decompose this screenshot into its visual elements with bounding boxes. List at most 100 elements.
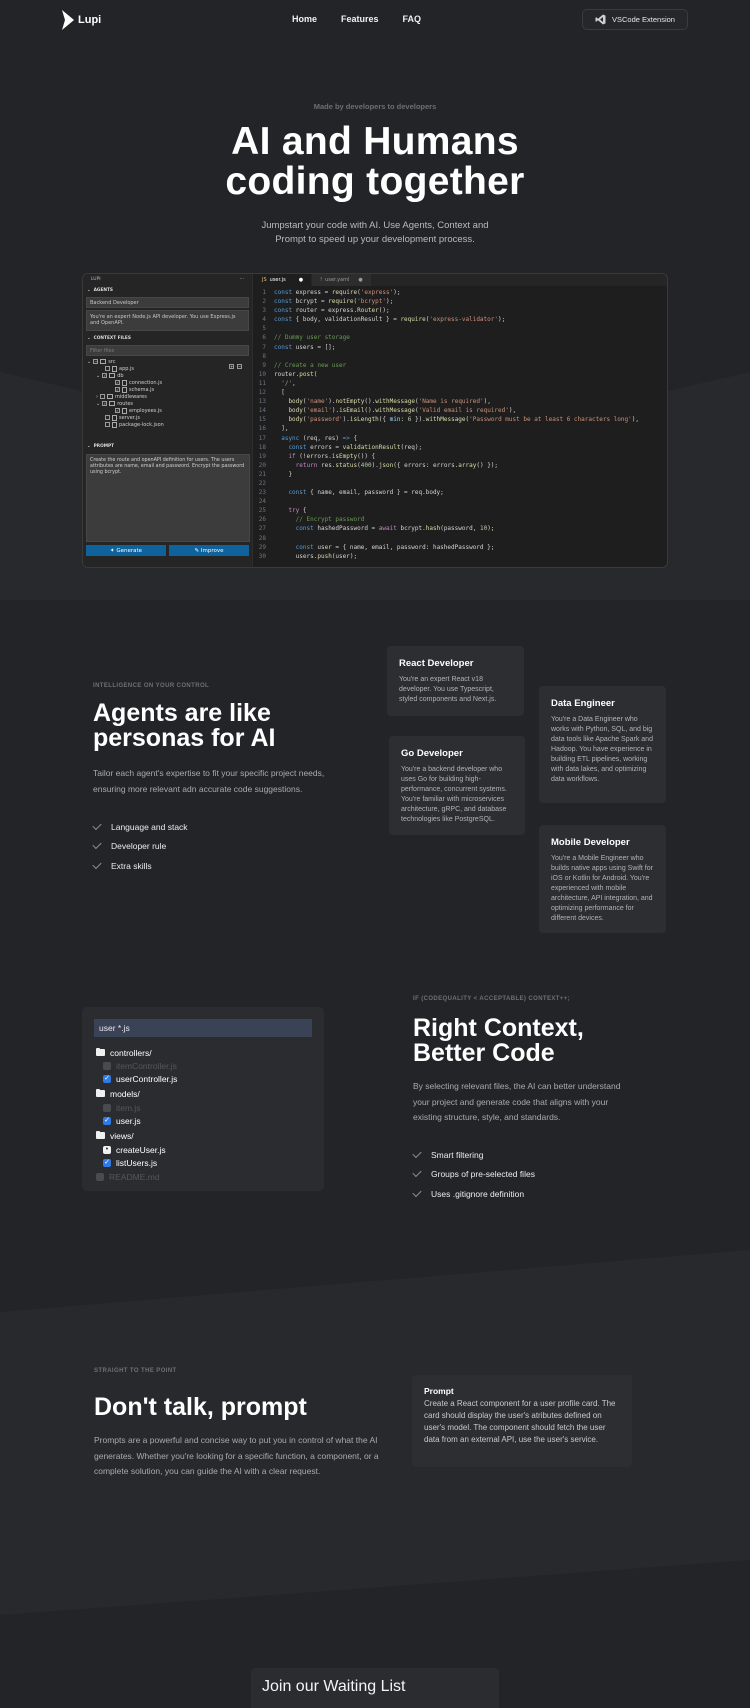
- folder-row[interactable]: views/: [94, 1127, 312, 1144]
- folder-row[interactable]: controllers/: [94, 1045, 312, 1060]
- prompt-textarea[interactable]: Create the route and openAPI definition …: [86, 454, 250, 542]
- tree-checkbox[interactable]: ✓: [102, 373, 108, 378]
- unsaved-dot-icon[interactable]: ●: [358, 277, 362, 283]
- filter-files-input[interactable]: Filter files: [86, 345, 249, 356]
- agent-card-data-engineer[interactable]: Data Engineer You're a Data Engineer who…: [539, 686, 666, 803]
- logo[interactable]: Lupi: [62, 10, 101, 30]
- tree-checkbox[interactable]: ✓: [115, 380, 120, 385]
- tree-item-connection[interactable]: connection.js: [129, 380, 162, 386]
- folder-icon: [107, 394, 113, 399]
- tree-checkbox[interactable]: [100, 394, 105, 399]
- waitlist-title: Join our Waiting List: [262, 1678, 406, 1695]
- folder-label: models/: [110, 1088, 140, 1099]
- prompt-card-title: Prompt: [424, 1386, 454, 1396]
- tab-user-yaml[interactable]: ! user.yaml ●: [312, 274, 372, 286]
- chevron-down-icon: ⌄: [87, 444, 91, 449]
- checkbox-checked[interactable]: ✓: [103, 1116, 111, 1125]
- file-row[interactable]: ✓ user.js: [94, 1115, 312, 1128]
- prompt-header[interactable]: ⌄ PROMPT: [83, 442, 118, 451]
- file-row[interactable]: README.md: [94, 1169, 312, 1184]
- edit-icon: ✎: [194, 547, 200, 554]
- agents-feature-list: Language and stack Developer rule Extra …: [92, 817, 188, 876]
- js-icon: JS: [262, 277, 267, 283]
- context-files-panel: user *.js controllers/ itemController.js…: [82, 1007, 324, 1191]
- agents-header[interactable]: ⌄ AGENTS: [83, 286, 252, 295]
- chevron-down-icon[interactable]: ⌄: [96, 373, 100, 379]
- folder-row[interactable]: models/: [94, 1085, 312, 1102]
- folder-label: controllers/: [110, 1047, 152, 1058]
- checkbox-checked[interactable]: ✓: [103, 1158, 111, 1167]
- tree-item-package-lock[interactable]: package-lock.json: [119, 422, 164, 428]
- tree-item-routes[interactable]: routes: [117, 401, 133, 407]
- folder-icon: [96, 1130, 105, 1139]
- tree-item-server[interactable]: server.js: [119, 415, 140, 421]
- tree-item-app[interactable]: app.js: [119, 366, 134, 372]
- checkbox-checked[interactable]: ✓: [103, 1074, 111, 1083]
- agent-select[interactable]: Backend Developer: [86, 297, 249, 308]
- file-label: createUser.js: [116, 1145, 166, 1156]
- feature-label: Language and stack: [111, 821, 188, 832]
- tree-item-employees[interactable]: employees.js: [129, 408, 162, 414]
- tree-checkbox[interactable]: [105, 415, 110, 420]
- unsaved-dot-icon[interactable]: ●: [299, 277, 303, 283]
- improve-button[interactable]: ✎ Improve: [169, 545, 249, 556]
- file-icon: [122, 379, 127, 386]
- vscode-extension-button[interactable]: VSCode Extension: [582, 9, 688, 30]
- agent-card-go[interactable]: Go Developer You're a backend developer …: [389, 736, 525, 835]
- checkbox-unchecked[interactable]: [96, 1172, 104, 1181]
- file-row[interactable]: • createUser.js: [94, 1144, 312, 1157]
- feature-label: Developer rule: [111, 841, 167, 852]
- expand-all-icon[interactable]: +: [229, 364, 234, 369]
- agent-card-mobile[interactable]: Mobile Developer You're a Mobile Enginee…: [539, 825, 666, 933]
- file-row[interactable]: ✓ listUsers.js: [94, 1157, 312, 1170]
- agents-title-line-2: personas for AI: [93, 724, 276, 752]
- tree-checkbox[interactable]: ✓: [115, 408, 120, 413]
- checkbox-unchecked[interactable]: [103, 1062, 111, 1071]
- tree-checkbox[interactable]: ✓: [102, 401, 108, 406]
- tab-user-js[interactable]: JS user.js ●: [254, 274, 313, 286]
- more-icon[interactable]: ···: [240, 277, 244, 283]
- context-title-line-1: Right Context,: [413, 1014, 584, 1042]
- file-row[interactable]: ✓ userController.js: [94, 1073, 312, 1086]
- context-files-header[interactable]: ⌄ CONTEXT FILES: [83, 334, 252, 343]
- context-search-input[interactable]: user *.js: [94, 1019, 312, 1037]
- agents-title-line-1: Agents are like: [93, 699, 271, 727]
- chevron-right-icon[interactable]: ›: [96, 394, 98, 400]
- code-view[interactable]: 1 const express = require('express'); 2 co…: [254, 288, 667, 567]
- file-row[interactable]: itemController.js: [94, 1060, 312, 1073]
- collapse-all-icon[interactable]: −: [237, 364, 242, 369]
- file-label: user.js: [116, 1115, 141, 1126]
- tree-checkbox[interactable]: −: [93, 359, 99, 364]
- waitlist-card: Join our Waiting List: [251, 1668, 499, 1708]
- tree-checkbox[interactable]: ✓: [115, 387, 120, 392]
- generate-button[interactable]: ✦ Generate: [86, 545, 166, 556]
- file-row[interactable]: item.js: [94, 1102, 312, 1115]
- agents-title: Agents are like personas for AI: [93, 701, 275, 751]
- checkbox-unchecked[interactable]: [103, 1104, 111, 1113]
- check-icon: [92, 840, 102, 850]
- agent-card-text: You're a Mobile Engineer who builds nati…: [551, 855, 653, 922]
- nav-link-faq[interactable]: FAQ: [403, 14, 422, 24]
- chevron-down-icon[interactable]: ⌄: [96, 401, 100, 407]
- folder-icon: [109, 401, 116, 406]
- check-icon: [412, 1148, 422, 1158]
- tree-item-schema[interactable]: schema.js: [129, 387, 154, 393]
- tree-item-middlewares[interactable]: middlewares: [115, 394, 147, 400]
- feature-item: Uses .gitignore definition: [412, 1184, 535, 1204]
- nav-link-features[interactable]: Features: [341, 14, 379, 24]
- sidebar-title: LUPI: [91, 277, 101, 282]
- tree-item-src[interactable]: src: [108, 359, 115, 365]
- agent-card-react[interactable]: React Developer You're an expert React v…: [387, 646, 524, 716]
- feature-item: Smart filtering: [412, 1145, 535, 1165]
- top-nav: Lupi Home Features FAQ VSCode Extension: [0, 0, 750, 40]
- tree-checkbox[interactable]: [105, 366, 110, 371]
- checkbox-indeterminate[interactable]: •: [103, 1146, 111, 1155]
- tree-item-db[interactable]: db: [117, 373, 123, 379]
- tab-user-js-label: user.js: [269, 277, 286, 283]
- nav-link-home[interactable]: Home: [292, 14, 317, 24]
- hero-subtitle: Jumpstart your code with AI. Use Agents,…: [261, 220, 489, 245]
- chevron-down-icon[interactable]: ⌄: [87, 359, 91, 365]
- tree-checkbox[interactable]: [105, 422, 110, 427]
- vscode-extension-label: VSCode Extension: [612, 15, 675, 24]
- file-icon: [112, 414, 117, 421]
